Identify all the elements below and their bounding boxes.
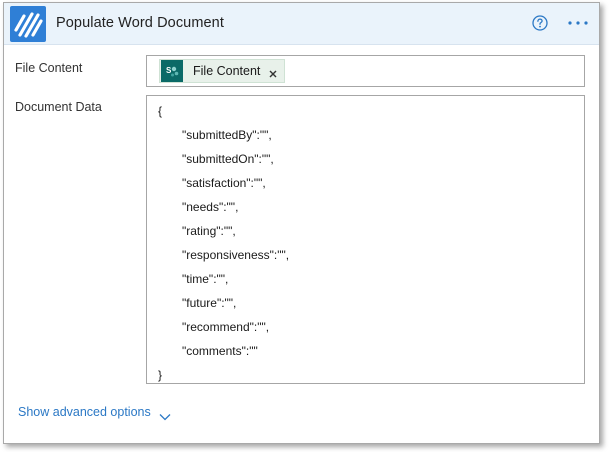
file-content-input[interactable]: S File Content bbox=[146, 55, 585, 87]
code-line: "submittedBy":"", bbox=[182, 128, 272, 142]
code-line: "satisfaction":"", bbox=[182, 176, 266, 190]
code-line: "submittedOn":"", bbox=[182, 152, 274, 166]
file-content-token-label: File Content bbox=[193, 64, 261, 78]
code-line: "future":"", bbox=[182, 296, 237, 310]
file-content-label: File Content bbox=[15, 61, 83, 75]
code-line: { bbox=[158, 104, 163, 118]
document-data-label: Document Data bbox=[15, 100, 102, 114]
show-advanced-options-label: Show advanced options bbox=[18, 405, 151, 419]
code-line: "comments":"" bbox=[182, 344, 258, 358]
close-icon[interactable] bbox=[268, 66, 278, 78]
code-line: "responsiveness":"", bbox=[182, 248, 290, 262]
more-horizontal-icon[interactable] bbox=[566, 14, 590, 32]
action-header[interactable]: Populate Word Document bbox=[4, 3, 599, 45]
code-line: "time":"", bbox=[182, 272, 229, 286]
code-line: "needs":"", bbox=[182, 200, 239, 214]
show-advanced-options-link[interactable]: Show advanced options bbox=[18, 405, 171, 421]
svg-text:S: S bbox=[166, 66, 172, 75]
code-line: "rating":"", bbox=[182, 224, 236, 238]
code-line: "recommend":"", bbox=[182, 320, 270, 334]
action-title: Populate Word Document bbox=[56, 15, 224, 31]
sharepoint-icon: S bbox=[161, 60, 183, 82]
code-line: } bbox=[158, 368, 163, 382]
file-content-token[interactable]: S File Content bbox=[159, 59, 286, 83]
document-data-input[interactable]: { "submittedBy":"", "submittedOn":"", "s… bbox=[146, 95, 585, 384]
action-card: Populate Word Document File Content S Fi… bbox=[3, 2, 600, 444]
chevron-down-icon bbox=[159, 408, 171, 421]
word-online-connector-icon bbox=[10, 6, 46, 42]
help-circle-icon[interactable] bbox=[532, 15, 548, 31]
